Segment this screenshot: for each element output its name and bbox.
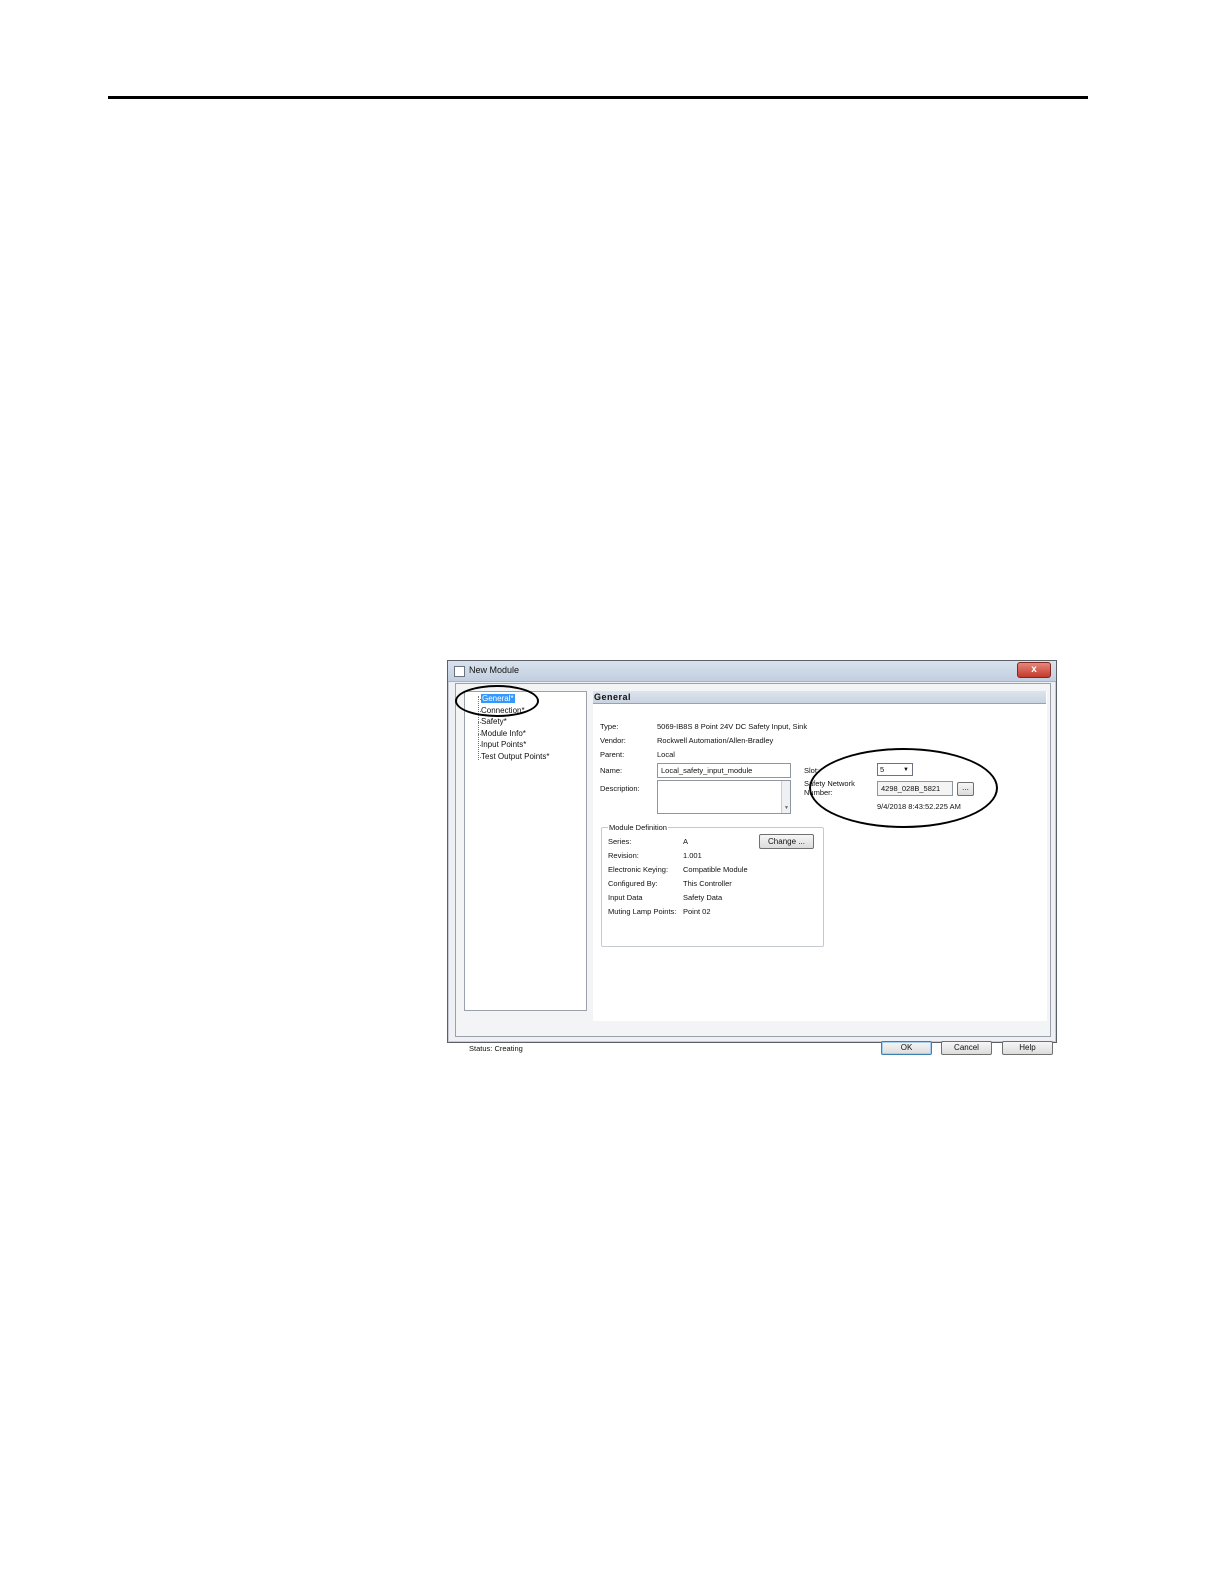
parent-label: Parent: xyxy=(600,750,625,759)
close-button[interactable]: x xyxy=(1017,662,1051,678)
series-value: A xyxy=(683,837,689,846)
type-label: Type: xyxy=(600,722,619,731)
muting-lamp-value: Point 02 xyxy=(683,907,711,916)
tree-item-test-output-points[interactable]: Test Output Points* xyxy=(477,751,550,761)
slot-value: 5 xyxy=(880,765,885,774)
general-panel: General Type: 5069-IB8S 8 Point 24V DC S… xyxy=(593,691,1047,1021)
name-field[interactable]: Local_safety_input_module xyxy=(657,763,791,778)
page-header-rule xyxy=(108,96,1088,99)
safety-network-label: Safety Network xyxy=(804,779,855,788)
tree-item-label: Test Output Points* xyxy=(481,751,550,761)
tree-item-module-info[interactable]: Module Info* xyxy=(478,728,526,738)
category-tree: General* Connection* Safety* Module Info… xyxy=(464,691,587,1011)
cancel-button[interactable]: Cancel xyxy=(941,1041,992,1055)
input-data-label: Input Data xyxy=(608,893,643,902)
app-icon xyxy=(454,666,465,677)
status-value: Creating xyxy=(494,1044,523,1053)
title-bar[interactable]: New Module x xyxy=(448,661,1056,682)
tree-item-label: Input Points* xyxy=(481,740,527,749)
keying-value: Compatible Module xyxy=(683,865,748,874)
dialog-title: New Module xyxy=(469,665,520,675)
dialog-content: General* Connection* Safety* Module Info… xyxy=(455,683,1053,1055)
name-label: Name: xyxy=(600,766,623,775)
help-button[interactable]: Help xyxy=(1002,1041,1053,1055)
slot-select[interactable]: 5 ▼ xyxy=(877,763,913,776)
input-data-value: Safety Data xyxy=(683,893,723,902)
tree-item-label: Connection* xyxy=(481,705,525,715)
type-value: 5069-IB8S 8 Point 24V DC Safety Input, S… xyxy=(657,722,808,731)
chevron-down-icon: ▼ xyxy=(903,767,909,773)
safety-network-browse-button[interactable]: ... xyxy=(957,782,974,796)
close-icon: x xyxy=(1031,664,1037,675)
tree-item-safety[interactable]: Safety* xyxy=(478,717,507,726)
tree-item-label: Safety* xyxy=(481,717,507,726)
tree-item-input-points[interactable]: Input Points* xyxy=(477,740,527,749)
configured-by-value: This Controller xyxy=(683,879,732,888)
tree-connector xyxy=(478,696,479,760)
tree-item-label: General* xyxy=(481,694,515,703)
section-header: General xyxy=(593,691,1046,704)
safety-network-number-field[interactable]: 4298_028B_5821 xyxy=(877,781,953,796)
revision-value: 1.001 xyxy=(683,851,702,860)
status-label: Status: xyxy=(469,1044,493,1053)
tree-item-label: Module Info* xyxy=(481,728,526,738)
change-button[interactable]: Change ... xyxy=(759,834,814,849)
description-label: Description: xyxy=(600,784,640,793)
new-module-dialog: New Module x General* Connection* Safety… xyxy=(447,660,1057,1055)
module-definition-group: Module Definition Series: A Revision: 1.… xyxy=(601,823,824,947)
keying-label: Electronic Keying: xyxy=(608,865,669,874)
vendor-value: Rockwell Automation/Allen-Bradley xyxy=(657,736,774,745)
ok-button[interactable]: OK xyxy=(881,1041,932,1055)
tree-item-general[interactable]: General* xyxy=(478,694,515,703)
tree-item-connection[interactable]: Connection* xyxy=(478,705,525,715)
muting-lamp-label: Muting Lamp Points: xyxy=(608,907,677,916)
description-scrollbar[interactable]: ▼ xyxy=(781,781,790,813)
parent-value: Local xyxy=(657,750,675,759)
configured-by-label: Configured By: xyxy=(608,879,658,888)
series-label: Series: xyxy=(608,837,632,846)
module-definition-title: Module Definition xyxy=(608,823,668,832)
safety-network-label-2: Number: xyxy=(804,788,833,797)
vendor-label: Vendor: xyxy=(600,736,626,745)
slot-label: Slot: xyxy=(804,766,820,775)
scroll-down-icon[interactable]: ▼ xyxy=(784,805,789,811)
status-text: Status: Creating xyxy=(469,1044,523,1053)
revision-label: Revision: xyxy=(608,851,639,860)
description-field[interactable]: ▼ xyxy=(657,780,791,814)
safety-network-timestamp: 9/4/2018 8:43:52.225 AM xyxy=(877,802,961,811)
